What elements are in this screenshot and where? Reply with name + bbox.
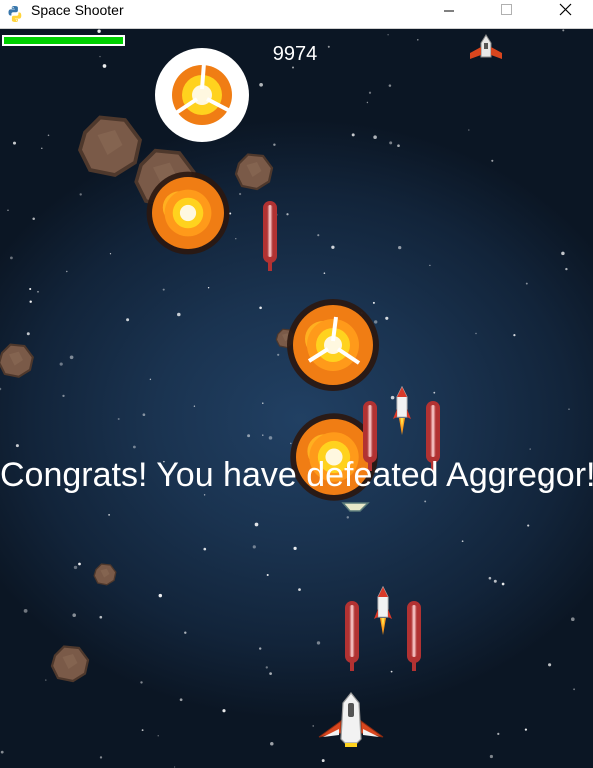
missile-icon: [373, 586, 393, 636]
maximize-button[interactable]: [481, 0, 533, 29]
asteroid-icon: [50, 645, 90, 683]
score-display: 9974: [272, 43, 318, 65]
missile-icon: [392, 386, 412, 436]
close-icon: [559, 3, 572, 16]
close-button[interactable]: [540, 0, 592, 29]
player-ship-icon: [318, 692, 384, 747]
victory-message: Congrats! You have defeated Aggregor!: [0, 456, 593, 494]
explosion-icon: [155, 48, 249, 142]
asteroid-icon: [234, 153, 274, 191]
minimize-button[interactable]: [423, 0, 475, 29]
laser-bolt-icon: [263, 201, 277, 271]
enemy-ship-icon: [470, 34, 502, 59]
game-sprites: [0, 34, 502, 747]
title-bar: Space Shooter: [0, 0, 593, 29]
asteroid-icon: [0, 343, 34, 378]
python-icon: [8, 6, 22, 22]
enemy-ship-icon: [341, 502, 370, 512]
health-bar: [2, 35, 125, 46]
explosion-icon: [146, 171, 230, 255]
minimize-icon: [444, 10, 454, 12]
asteroid-icon: [78, 115, 142, 177]
window-title: Space Shooter: [31, 2, 124, 18]
health-bar-fill: [4, 37, 123, 44]
maximize-icon: [501, 4, 512, 15]
asteroid-icon: [93, 563, 117, 586]
explosion-icon: [287, 299, 379, 391]
laser-bolt-icon: [345, 601, 359, 671]
game-canvas[interactable]: 9974 Congrats! You have defeated Aggrego…: [0, 29, 593, 768]
laser-bolt-icon: [407, 601, 421, 671]
